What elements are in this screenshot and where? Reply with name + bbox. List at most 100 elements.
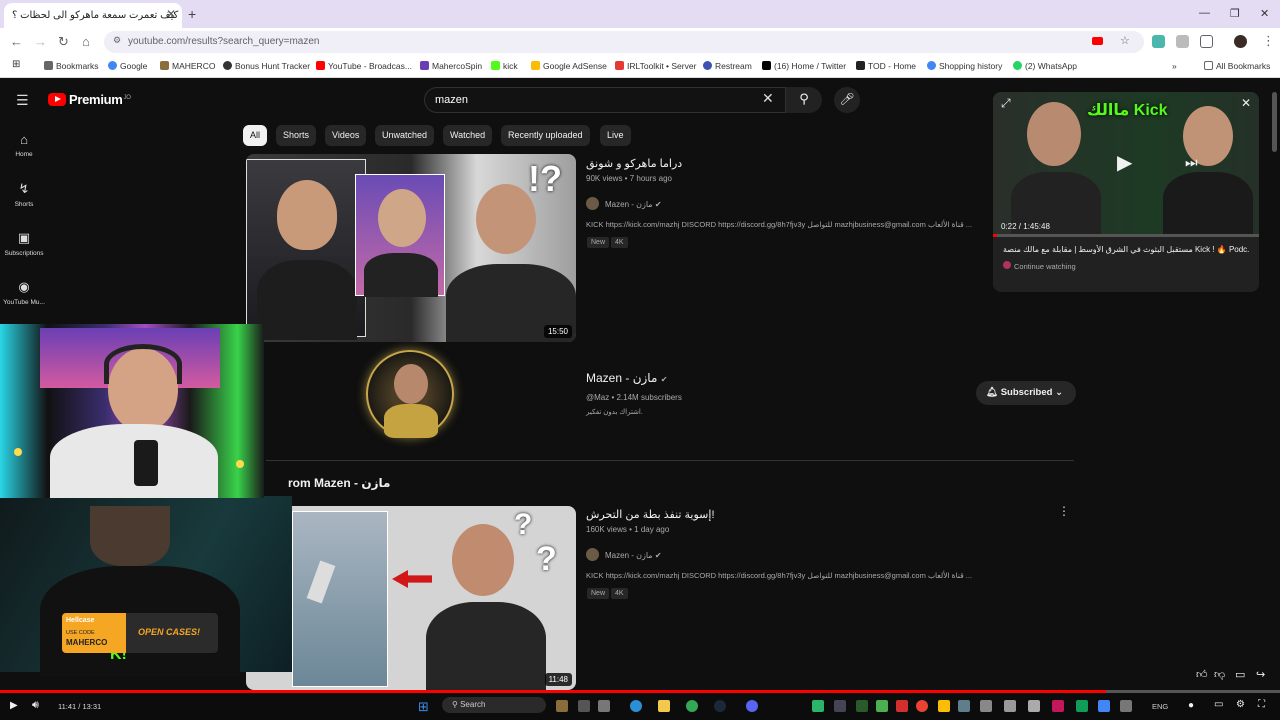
video-channel[interactable]: Mazen - مازن ✔ (586, 197, 662, 210)
video-title[interactable]: دراما ماهركو و شونق (586, 157, 682, 170)
taskbar-app-icon[interactable] (896, 700, 908, 712)
bookmark-item[interactable]: Google AdSense (531, 61, 607, 71)
extension-icon[interactable] (1152, 35, 1165, 48)
dislike-icon[interactable]: 👎︎ (1214, 668, 1225, 681)
toggle-icon[interactable]: ● (1188, 700, 1194, 711)
sidebar-item-shorts[interactable]: ↯ Shorts (0, 181, 48, 208)
bookmark-item[interactable]: (16) Home / Twitter (762, 61, 846, 71)
taskbar-app-icon[interactable] (1004, 700, 1016, 712)
chip-unwatched[interactable]: Unwatched (375, 125, 435, 146)
apps-grid-icon[interactable]: ⊞ (12, 59, 20, 70)
search-button[interactable]: ⚲ (786, 87, 822, 113)
youtube-extension-icon[interactable] (1092, 37, 1103, 45)
taskbar-app-icon[interactable] (876, 700, 888, 712)
fullscreen-icon[interactable]: ⛶ (1258, 699, 1265, 710)
extension-icon[interactable] (1176, 35, 1189, 48)
tab-close-icon[interactable]: ✕ (166, 7, 176, 21)
taskbar-app-icon[interactable] (1120, 700, 1132, 712)
chip-all[interactable]: All (243, 125, 268, 146)
reload-icon[interactable]: ↻ (58, 34, 69, 50)
sidebar-item-music[interactable]: ◉ YouTube Mu... (0, 279, 48, 306)
bookmark-item[interactable]: YouTube - Broadcas... (316, 61, 412, 71)
site-info-icon[interactable]: ⚙ (113, 35, 121, 46)
chevron-right-icon[interactable]: » (1172, 61, 1177, 71)
taskbar-app-icon[interactable] (1076, 700, 1088, 712)
forward-icon[interactable]: → (34, 34, 47, 49)
home-icon[interactable]: ⌂ (82, 34, 90, 49)
video-channel[interactable]: Mazen - مازن ✔ (586, 548, 662, 561)
chip-videos[interactable]: Videos (325, 125, 367, 146)
taskbar-app-icon[interactable] (630, 700, 642, 712)
video-title[interactable]: إسوية تنفذ بطة من التحرش! (586, 508, 715, 521)
chip-shorts[interactable]: Shorts (276, 125, 317, 146)
chip-live[interactable]: Live (600, 125, 631, 146)
bookmark-item[interactable]: MAHERCO (160, 61, 215, 71)
channel-name[interactable]: Mazen - مازن ✔ (586, 371, 667, 385)
bookmark-item[interactable]: IRLToolkit • Server (615, 61, 696, 71)
close-icon[interactable]: ✕ (1241, 96, 1251, 110)
comment-icon[interactable]: ▭ (1235, 668, 1245, 681)
close-window-icon[interactable]: ✕ (1260, 7, 1269, 20)
voice-search-button[interactable]: 🎤︎ (834, 87, 860, 113)
browser-tab-active[interactable]: كيف تعمرت سمعة ماهركو الى لحظات ؟ be (4, 3, 182, 28)
bookmark-item[interactable]: Bookmarks (44, 61, 99, 71)
new-tab-icon[interactable]: + (188, 6, 196, 22)
share-icon[interactable]: ↪ (1256, 668, 1265, 681)
expand-icon[interactable]: ⤢ (1001, 96, 1011, 111)
bookmark-item[interactable]: (2) WhatsApp (1013, 61, 1077, 71)
back-icon[interactable]: ← (10, 34, 23, 49)
taskbar-app-icon[interactable] (1052, 700, 1064, 712)
sidebar-item-home[interactable]: ⌂ Home (0, 132, 48, 158)
taskbar-app-icon[interactable] (556, 700, 568, 712)
taskbar-app-icon[interactable] (980, 700, 992, 712)
taskbar-app-icon[interactable] (598, 700, 610, 712)
progress-bar[interactable] (0, 690, 1280, 693)
minimize-icon[interactable]: — (1199, 7, 1210, 19)
video-thumbnail[interactable]: !? 15:50 (246, 154, 576, 342)
bookmark-star-icon[interactable]: ☆ (1120, 34, 1130, 47)
taskbar-app-icon[interactable] (1028, 700, 1040, 712)
chip-recently-uploaded[interactable]: Recently uploaded (501, 125, 590, 146)
address-bar[interactable]: ⚙ youtube.com/results?search_query=mazen… (104, 31, 1144, 53)
clear-search-icon[interactable]: ✕ (762, 90, 774, 107)
like-icon[interactable]: 👍︎ (1196, 668, 1208, 681)
more-options-icon[interactable]: ⋮ (1058, 504, 1070, 518)
extensions-puzzle-icon[interactable] (1200, 35, 1213, 48)
discord-icon[interactable] (746, 700, 758, 712)
chrome-icon[interactable] (686, 700, 698, 712)
taskbar-app-icon[interactable] (834, 700, 846, 712)
taskbar-app-icon[interactable] (938, 700, 950, 712)
steam-icon[interactable] (714, 700, 726, 712)
next-icon[interactable]: ⏭ (1185, 154, 1198, 171)
miniplayer-video[interactable]: ماالك Kick ⤢ ✕ ▶ ⏭ 0:22 / 1:45:48 (993, 92, 1259, 237)
taskbar-app-icon[interactable] (916, 700, 928, 712)
bookmark-item[interactable]: Bonus Hunt Tracker (223, 61, 310, 71)
windows-start-icon[interactable]: ⊞ (418, 699, 429, 715)
chip-watched[interactable]: Watched (443, 125, 493, 146)
bookmark-item[interactable]: kick (491, 61, 518, 71)
taskbar-search[interactable]: ⚲ Search (442, 697, 546, 713)
search-input[interactable]: mazen (424, 87, 786, 113)
taskbar-app-icon[interactable] (1098, 700, 1110, 712)
miniplayer-title[interactable]: مستقبل البثوث في الشرق الأوسط | مقابلة م… (1003, 245, 1249, 254)
subtitles-icon[interactable]: ▭ (1214, 699, 1223, 710)
video-thumbnail[interactable]: ? ? 11:48 (246, 506, 576, 690)
bookmark-item[interactable]: MahercoSpin (420, 61, 482, 71)
miniplayer[interactable]: ماالك Kick ⤢ ✕ ▶ ⏭ 0:22 / 1:45:48 مستقبل… (993, 92, 1259, 292)
bookmark-item[interactable]: Google (108, 61, 147, 71)
settings-icon[interactable]: ⚙ (1236, 699, 1245, 710)
play-icon[interactable]: ▶ (10, 700, 18, 711)
profile-avatar[interactable] (1234, 35, 1247, 48)
taskbar-app-icon[interactable] (856, 700, 868, 712)
channel-avatar[interactable] (366, 350, 454, 438)
subscribed-button[interactable]: 🔔︎ Subscribed ⌄ (976, 381, 1076, 405)
bookmark-item[interactable]: Restream (703, 61, 752, 71)
bookmark-item[interactable]: TOD - Home (856, 61, 916, 71)
file-explorer-icon[interactable] (658, 700, 670, 712)
sidebar-item-subscriptions[interactable]: ▣ Subscriptions (0, 230, 48, 257)
bookmark-item[interactable]: Shopping history (927, 61, 1002, 71)
maximize-icon[interactable]: ❐ (1230, 7, 1240, 20)
taskbar-app-icon[interactable] (812, 700, 824, 712)
volume-icon[interactable]: 🔊︎ (32, 699, 39, 712)
taskbar-app-icon[interactable] (578, 700, 590, 712)
